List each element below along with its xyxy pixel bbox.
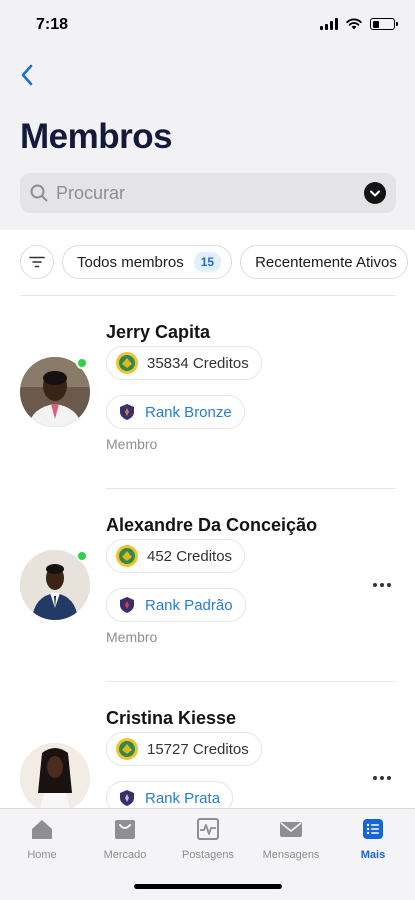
chip-label: Todos membros: [77, 253, 184, 271]
shop-icon: [115, 820, 135, 839]
rank-text: Rank Padrão: [145, 596, 233, 614]
search-input[interactable]: [56, 182, 364, 204]
credits-badge: 35834 Creditos: [106, 346, 262, 380]
chevron-left-icon: [21, 64, 33, 86]
home-indicator: [134, 884, 282, 889]
divider: [106, 681, 395, 682]
tab-mais[interactable]: Mais: [333, 817, 413, 869]
filter-button[interactable]: [20, 245, 54, 279]
coin-icon: [116, 352, 138, 374]
status-bar: 7:18: [0, 0, 415, 50]
credits-text: 15727 Creditos: [147, 740, 249, 758]
wifi-icon: [346, 18, 362, 30]
more-options-button[interactable]: [368, 575, 396, 595]
filter-icon: [29, 256, 45, 268]
mail-icon: [280, 822, 302, 837]
home-icon: [32, 820, 52, 839]
chip-recently-active[interactable]: Recentemente Ativos: [240, 245, 408, 279]
tab-label: Postagens: [182, 849, 234, 861]
page-title: Membros: [20, 117, 173, 156]
member-name: Alexandre Da Conceição: [106, 515, 318, 535]
member-role: Membro: [106, 436, 158, 452]
tab-postagens[interactable]: Postagens: [168, 817, 248, 869]
online-indicator: [76, 357, 88, 369]
coin-icon: [116, 545, 138, 567]
divider: [106, 488, 395, 489]
avatar: [20, 550, 90, 620]
search-dropdown-button[interactable]: [364, 182, 386, 204]
member-name: Jerry Capita: [106, 322, 211, 342]
rank-shield-icon: [120, 597, 134, 613]
filter-row: Todos membros 15 Recentemente Ativos: [20, 245, 415, 279]
member-count-badge: 15: [193, 252, 222, 272]
coin-icon: [116, 738, 138, 760]
more-options-button[interactable]: [368, 768, 396, 788]
member-name: Cristina Kiesse: [106, 708, 237, 728]
avatar: [20, 357, 90, 427]
tab-mercado[interactable]: Mercado: [85, 817, 165, 869]
credits-badge: 15727 Creditos: [106, 732, 262, 766]
tab-label: Mercado: [103, 849, 147, 861]
rank-shield-icon: [120, 404, 134, 420]
battery-icon: [370, 18, 398, 30]
member-row[interactable]: Alexandre Da Conceição 452 Creditos Rank…: [0, 515, 415, 705]
status-icons: [320, 18, 398, 30]
status-time: 7:18: [36, 16, 69, 33]
member-row[interactable]: Jerry Capita 35834 Creditos Rank Bronze …: [0, 322, 415, 512]
rank-badge[interactable]: Rank Bronze: [106, 395, 245, 429]
credits-text: 35834 Creditos: [147, 354, 249, 372]
avatar-image: [20, 743, 90, 813]
online-indicator: [76, 550, 88, 562]
avatar: [20, 743, 90, 813]
member-role: Membro: [106, 629, 158, 645]
tab-label: Mais: [360, 849, 386, 861]
rank-badge[interactable]: Rank Padrão: [106, 588, 246, 622]
chip-all-members[interactable]: Todos membros 15: [62, 245, 233, 279]
search-icon: [30, 184, 48, 202]
rank-shield-icon: [120, 790, 134, 806]
header-area: 7:18 Membros: [0, 0, 415, 230]
credits-badge: 452 Creditos: [106, 539, 246, 573]
tab-label: Mensagens: [262, 849, 320, 861]
back-button[interactable]: [12, 60, 42, 90]
list-icon: [363, 819, 383, 839]
signal-icon: [320, 18, 338, 30]
activity-icon: [197, 818, 219, 840]
rank-text: Rank Bronze: [145, 403, 232, 421]
divider: [20, 295, 395, 296]
tab-mensagens[interactable]: Mensagens: [251, 817, 331, 869]
tab-home[interactable]: Home: [2, 817, 82, 869]
chip-label: Recentemente Ativos: [255, 253, 397, 271]
search-box[interactable]: [20, 173, 396, 213]
tab-label: Home: [27, 849, 57, 861]
chevron-down-icon: [370, 190, 380, 196]
rank-text: Rank Prata: [145, 789, 221, 807]
credits-text: 452 Creditos: [147, 547, 233, 565]
